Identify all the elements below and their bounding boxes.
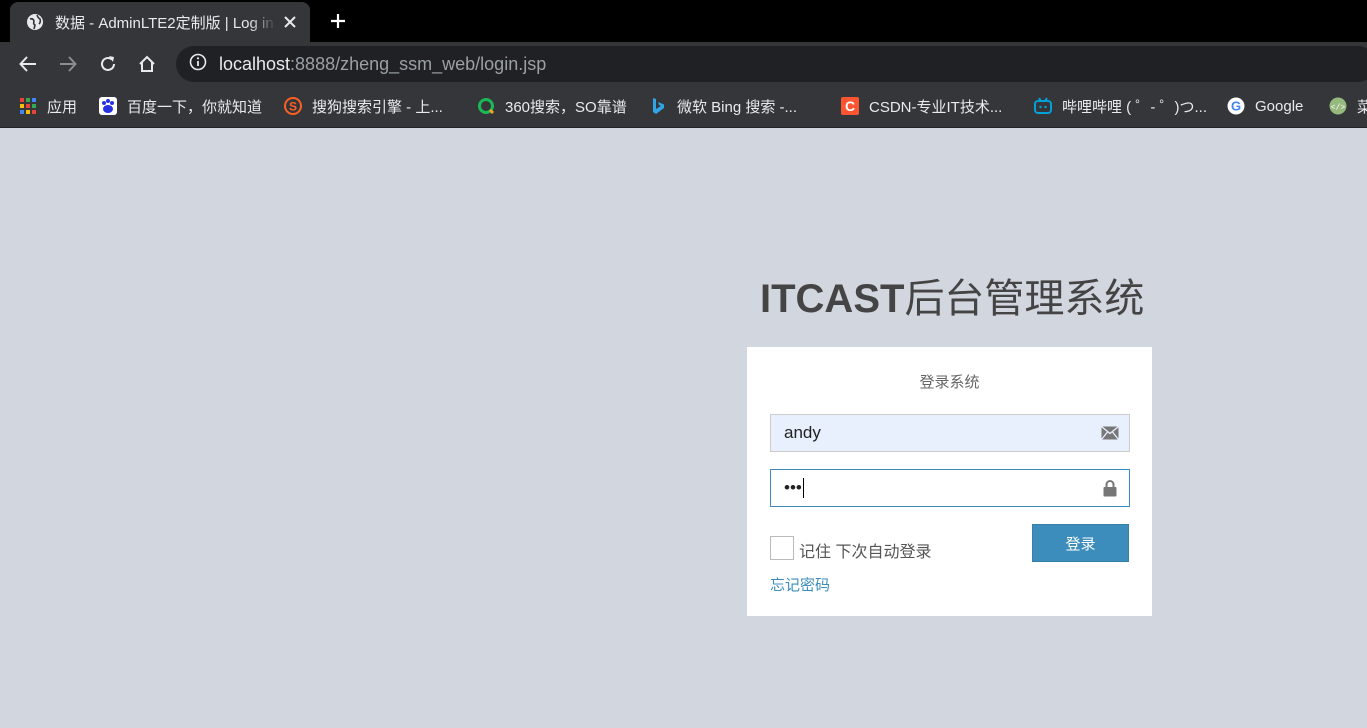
- bookmark-360[interactable]: 360搜索，SO靠谱: [476, 95, 627, 117]
- remember-me-checkbox[interactable]: [770, 536, 794, 560]
- browser-tab-active[interactable]: 数据 - AdminLTE2定制版 | Log in: [10, 2, 310, 42]
- url-text: localhost:8888/zheng_ssm_web/login.jsp: [219, 54, 546, 75]
- address-bar[interactable]: localhost:8888/zheng_ssm_web/login.jsp: [176, 46, 1367, 82]
- info-icon[interactable]: [189, 53, 207, 75]
- text-caret: [802, 478, 804, 499]
- apps-grid-icon: [18, 96, 38, 116]
- bookmark-bilibili[interactable]: 哔哩哔哩 ( ゜- ゜)つ...: [1033, 95, 1207, 117]
- login-logo: ITCAST后台管理系统: [760, 266, 1144, 324]
- bookmark-runoob[interactable]: </> 菜: [1328, 95, 1367, 117]
- forward-arrow-icon[interactable]: [56, 52, 80, 76]
- svg-text:</>: </>: [1331, 104, 1346, 113]
- password-mask: •••: [784, 477, 802, 497]
- remember-me-label[interactable]: 记住 下次自动登录: [799, 538, 931, 562]
- reload-icon[interactable]: [96, 52, 120, 76]
- home-icon[interactable]: [135, 52, 159, 76]
- close-icon[interactable]: [280, 12, 300, 32]
- forgot-password-link[interactable]: 忘记密码: [770, 574, 830, 595]
- svg-text:C: C: [845, 98, 855, 114]
- bookmark-label: 百度一下，你就知道: [127, 98, 263, 116]
- bookmark-sogou[interactable]: S 搜狗搜索引擎 - 上...: [283, 95, 443, 117]
- bookmark-csdn[interactable]: C CSDN-专业IT技术...: [840, 95, 1002, 117]
- bilibili-icon: [1033, 96, 1053, 116]
- bookmark-label: Google: [1255, 97, 1304, 115]
- envelope-icon: [1100, 424, 1120, 442]
- tab-title: 数据 - AdminLTE2定制版 | Log in: [55, 14, 274, 32]
- bookmarks-bar: 应用 百度一下，你就知道 S 搜狗搜索引擎 - 上... 360搜索，SO靠谱 …: [0, 86, 1367, 128]
- so360-icon: [476, 96, 496, 116]
- url-host: localhost: [219, 53, 291, 74]
- bookmark-apps[interactable]: 应用: [18, 95, 77, 117]
- bookmark-bing[interactable]: 微软 Bing 搜索 -...: [648, 95, 797, 117]
- username-field[interactable]: andy: [770, 414, 1130, 452]
- bookmark-label: 哔哩哔哩 ( ゜- ゜)つ...: [1062, 98, 1207, 116]
- bookmark-label: 搜狗搜索引擎 - 上...: [312, 98, 443, 116]
- sogou-icon: S: [283, 96, 303, 116]
- browser-toolbar: localhost:8888/zheng_ssm_web/login.jsp: [0, 42, 1367, 86]
- username-value: andy: [784, 423, 821, 442]
- bookmark-google[interactable]: G Google: [1226, 95, 1303, 117]
- bookmark-label: 菜: [1357, 96, 1367, 117]
- svg-text:G: G: [1231, 99, 1241, 114]
- login-button[interactable]: 登录: [1032, 524, 1129, 562]
- password-field[interactable]: •••: [770, 469, 1130, 507]
- login-box: 登录系统 andy ••• 记住 下次自动登录 登录 忘记密码: [747, 347, 1152, 616]
- password-value: •••: [784, 478, 804, 499]
- bookmark-label: 应用: [47, 98, 78, 116]
- bookmark-label: 微软 Bing 搜索 -...: [677, 98, 798, 116]
- baidu-icon: [98, 96, 118, 116]
- bing-icon: [648, 96, 668, 116]
- lock-icon: [1100, 479, 1120, 497]
- bookmark-baidu[interactable]: 百度一下，你就知道: [98, 95, 262, 117]
- globe-icon: [26, 13, 44, 31]
- svg-text:S: S: [289, 100, 297, 114]
- brand-bold: ITCAST: [760, 277, 905, 321]
- google-icon: G: [1226, 96, 1246, 116]
- bookmark-label: CSDN-专业IT技术...: [869, 98, 1003, 116]
- bookmark-label: 360搜索，SO靠谱: [505, 98, 627, 116]
- runoob-icon: </>: [1328, 96, 1348, 116]
- back-arrow-icon[interactable]: [16, 52, 40, 76]
- url-path: :8888/zheng_ssm_web/login.jsp: [290, 53, 547, 74]
- new-tab-button[interactable]: [326, 9, 350, 33]
- csdn-icon: C: [840, 96, 860, 116]
- brand-light: 后台管理系统: [904, 277, 1145, 321]
- login-box-message: 登录系统: [919, 374, 980, 391]
- tab-strip: 数据 - AdminLTE2定制版 | Log in: [0, 0, 1367, 42]
